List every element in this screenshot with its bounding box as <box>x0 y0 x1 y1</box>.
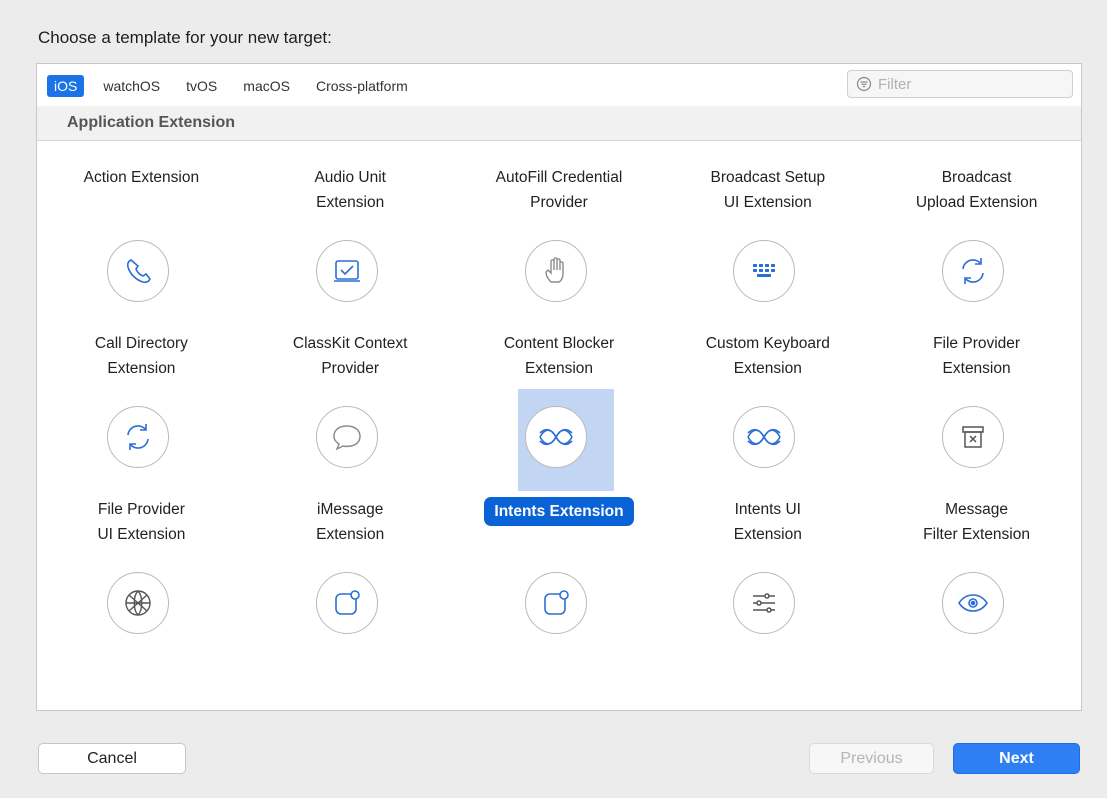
template-file-provider-ui-extension[interactable]: File Provider UI Extension <box>37 389 246 555</box>
template-label-text: ClassKit Context Provider <box>292 335 408 377</box>
template-message-filter-extension[interactable]: Message Filter Extension <box>872 389 1081 555</box>
template-content-blocker-extension[interactable]: Content Blocker Extension <box>455 223 664 389</box>
keyboard-icon <box>733 240 796 302</box>
template-broadcast-setup-ui-extension[interactable]: Broadcast Setup UI Extension <box>663 141 872 223</box>
template-intents-ui-extension[interactable]: Intents UI Extension <box>663 389 872 555</box>
template-label-text: Audio Unit Extension <box>314 169 386 211</box>
globe-icon <box>107 572 169 634</box>
checkbox-tray-icon <box>315 240 378 302</box>
rounded-square-dot-icon <box>315 572 378 634</box>
template-label: Message Filter Extension <box>872 497 1081 547</box>
template-row <box>37 555 1081 710</box>
intents-waves-icon <box>733 406 796 468</box>
template-label-text: Content Blocker Extension <box>503 335 615 377</box>
tab-tvos[interactable]: tvOS <box>179 75 224 97</box>
dialog-prompt: Choose a template for your new target: <box>38 28 332 47</box>
template-label-text: Intents UI Extension <box>733 501 802 543</box>
filter-icon <box>856 76 872 92</box>
template-classkit-context-provider[interactable]: ClassKit Context Provider <box>246 223 455 389</box>
template-label: File Provider UI Extension <box>37 497 246 547</box>
template-template-16[interactable] <box>246 555 455 710</box>
intents-waves-icon <box>524 406 587 468</box>
tab-watchos[interactable]: watchOS <box>96 75 167 97</box>
tab-ios[interactable]: iOS <box>47 75 85 97</box>
eye-icon <box>942 572 1005 634</box>
template-label-text: Broadcast Setup UI Extension <box>710 169 826 211</box>
template-intents-extension[interactable]: Intents Extension <box>455 389 664 555</box>
template-label-text: Intents Extension <box>484 497 634 526</box>
tab-macos[interactable]: macOS <box>236 75 297 97</box>
template-label: Broadcast Upload Extension <box>872 165 1081 215</box>
template-custom-keyboard-extension[interactable]: Custom Keyboard Extension <box>663 223 872 389</box>
archive-box-icon <box>942 406 1005 468</box>
template-autofill-credential-provider[interactable]: AutoFill Credential Provider <box>455 141 664 223</box>
template-label: Audio Unit Extension <box>246 165 455 215</box>
template-label: Custom Keyboard Extension <box>663 331 872 381</box>
template-label: Action Extension <box>37 165 246 190</box>
template-label-text: Action Extension <box>83 169 200 186</box>
template-audio-unit-extension[interactable]: Audio Unit Extension <box>246 141 455 223</box>
template-imessage-extension[interactable]: iMessage Extension <box>246 389 455 555</box>
platform-tabs: iOS watchOS tvOS macOS Cross-platform <box>47 75 427 97</box>
template-label-text: Custom Keyboard Extension <box>705 335 830 377</box>
template-label-text: Call Directory Extension <box>94 335 188 377</box>
template-row: Call Directory Extension ClassKit Context… <box>37 223 1081 389</box>
template-label-text: Broadcast Upload Extension <box>915 169 1038 211</box>
template-grid[interactable]: Action Extension Audio Unit Extension Auto… <box>37 141 1081 710</box>
previous-button[interactable]: Previous <box>809 743 934 774</box>
template-file-provider-extension[interactable]: File Provider Extension <box>872 223 1081 389</box>
template-label: Broadcast Setup UI Extension <box>663 165 872 215</box>
sync-arrows-icon <box>107 406 169 468</box>
section-header: Application Extension <box>37 106 1081 141</box>
template-label-text: File Provider UI Extension <box>97 501 186 543</box>
template-label: iMessage Extension <box>246 497 455 547</box>
template-template-18[interactable] <box>663 555 872 710</box>
template-row: Action Extension Audio Unit Extension Auto… <box>37 141 1081 223</box>
template-label-text: AutoFill Credential Provider <box>495 169 623 211</box>
filter-field[interactable] <box>847 70 1073 98</box>
template-label: Call Directory Extension <box>37 331 246 381</box>
template-action-extension[interactable]: Action Extension <box>37 141 246 223</box>
template-label-text: iMessage Extension <box>316 501 385 543</box>
template-label: ClassKit Context Provider <box>246 331 455 381</box>
phone-icon <box>107 240 169 302</box>
template-label: AutoFill Credential Provider <box>455 165 664 215</box>
cancel-button[interactable]: Cancel <box>38 743 186 774</box>
template-label: Intents UI Extension <box>663 497 872 547</box>
template-row: File Provider UI Extension iMessage Exten… <box>37 389 1081 555</box>
template-template-19[interactable] <box>872 555 1081 710</box>
rounded-square-dot-icon <box>524 572 587 634</box>
template-broadcast-upload-extension[interactable]: Broadcast Upload Extension <box>872 141 1081 223</box>
template-template-15[interactable] <box>37 555 246 710</box>
template-call-directory-extension[interactable]: Call Directory Extension <box>37 223 246 389</box>
template-label: Intents Extension <box>455 497 664 526</box>
template-label-text: File Provider Extension <box>933 335 1021 377</box>
filter-input[interactable] <box>876 74 1070 94</box>
sliders-icon <box>733 572 796 634</box>
template-label: File Provider Extension <box>872 331 1081 381</box>
template-template-17[interactable] <box>455 555 664 710</box>
tab-cross-platform[interactable]: Cross-platform <box>309 75 415 97</box>
sync-arrows-icon <box>942 240 1005 302</box>
template-panel: iOS watchOS tvOS macOS Cross-platform Applic… <box>36 63 1082 711</box>
template-label: Content Blocker Extension <box>455 331 664 381</box>
speech-bubble-icon <box>315 406 378 468</box>
hand-icon <box>524 240 587 302</box>
platform-toolbar: iOS watchOS tvOS macOS Cross-platform <box>37 64 1081 107</box>
template-label-text: Message Filter Extension <box>923 501 1030 543</box>
next-button[interactable]: Next <box>953 743 1080 774</box>
